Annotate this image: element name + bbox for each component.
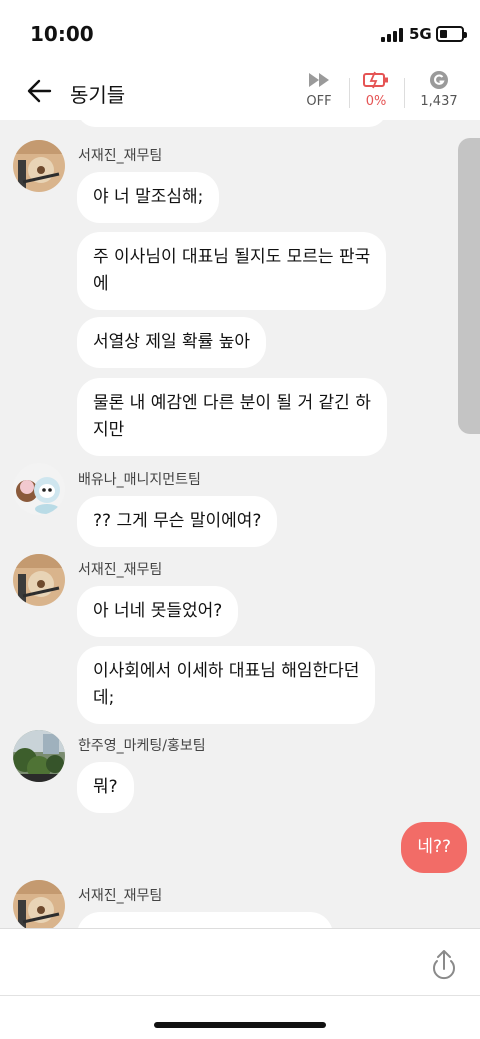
battery-empty-icon [363,71,388,89]
fast-forward-icon [309,73,329,87]
autoplay-button[interactable]: OFF [289,68,349,114]
avatar[interactable] [13,463,65,515]
battery-status-button[interactable]: 0% [346,68,406,114]
sender-name: 한주영_마케팅/홍보팀 [78,738,206,754]
status-bar: 10:00 5G [0,0,480,62]
message-bubble: ?? 그게 무슨 말이에여? [77,496,278,547]
network-type: 5G [409,25,432,43]
home-indicator[interactable] [154,1022,326,1028]
guitar-photo [13,554,65,606]
back-button[interactable] [20,74,60,108]
avatar[interactable] [13,880,65,928]
message-bubble: 아 너네 못들었어? [77,586,239,637]
message-bubble: 주 이사님이 대표님 될지도 모르는 판국 에 [77,232,387,310]
home-area [0,995,480,1039]
plush-toys-photo [13,463,65,515]
arrow-left-icon [27,79,52,103]
avatar[interactable] [13,730,65,782]
header-divider [404,78,405,108]
message-input-bar [0,928,480,995]
my-message-bubble: 네?? [401,822,467,873]
message-input[interactable] [0,929,410,995]
message-bubble: 서열상 제일 확률 높아 [77,317,266,368]
scrollbar[interactable] [458,138,480,434]
sender-name: 서재진_재무팀 [78,888,163,904]
coin-icon [430,71,448,89]
sender-name: 배유나_매니지먼트팀 [78,472,201,488]
coin-count: 1,437 [420,94,458,109]
guitar-photo [13,140,65,192]
status-time: 10:00 [30,22,94,46]
battery-icon [436,26,467,42]
sender-name: 서재진_재무팀 [78,148,163,164]
share-button[interactable] [426,945,462,981]
sender-name: 서재진_재무팀 [78,562,163,578]
share-icon [433,950,455,980]
message-bubble: 이사회에서 이세하 대표님 해임한다던 데; [77,646,376,724]
chat-header: 동기들 OFF 0% 1,437 [0,62,480,120]
battery-level [440,30,447,38]
guitar-photo [13,880,65,928]
message-bubble: 뭐? [77,762,134,813]
message-bubble-partial [77,120,387,127]
chat-title: 동기들 [70,83,126,107]
avatar[interactable] [13,554,65,606]
chat-area[interactable]: 서재진_재무팀 야 너 말조심해; 주 이사님이 대표님 될지도 모르는 판국 … [0,120,480,928]
message-bubble-partial [77,912,333,928]
autoplay-label: OFF [306,94,332,109]
coin-button[interactable]: 1,437 [409,68,469,114]
message-bubble: 물론 내 예감엔 다른 분이 될 거 같긴 하 지만 [77,378,387,456]
signal-icon [381,28,403,42]
battery-status-label: 0% [365,94,387,109]
message-bubble: 야 너 말조심해; [77,172,220,223]
plant-photo [13,730,65,782]
avatar[interactable] [13,140,65,192]
